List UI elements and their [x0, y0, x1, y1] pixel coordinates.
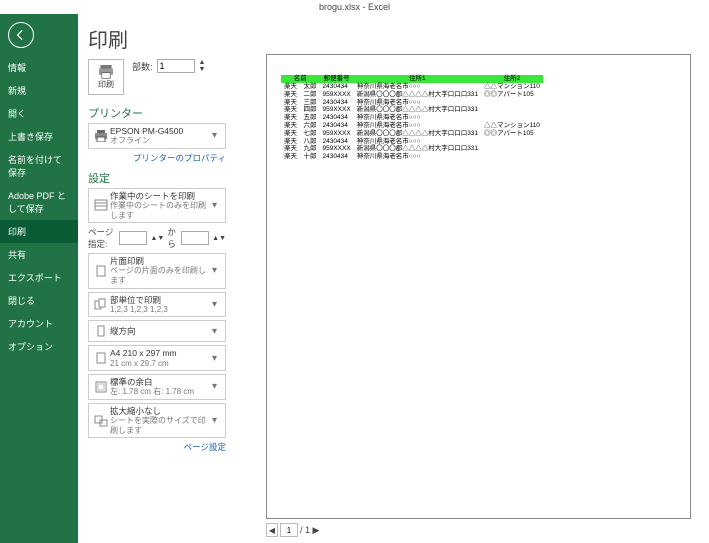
page-title: 印刷 [88, 24, 226, 53]
table-row: 楽天 十郎2430434神奈川県海老名市○○○ [281, 153, 543, 161]
printer-properties-link[interactable]: プリンターのプロパティ [88, 152, 226, 164]
sides-select[interactable]: 片面印刷ページの片面のみを印刷します ▾ [88, 253, 226, 288]
nav-item-情報[interactable]: 情報 [0, 56, 78, 79]
chevron-down-icon: ▾ [212, 130, 222, 141]
table-row: 楽天 太郎2430434神奈川県海老名市○○○△△マンション110 [281, 83, 543, 91]
table-row: 楽天 二郎959XXXX新潟県〇〇〇郡△△△△村大字口口口331◎◎アパート10… [281, 91, 543, 99]
page-total-label: / 1 ▶ [300, 525, 319, 536]
table-header: 住所2 [481, 75, 543, 83]
print-settings-panel: 印刷 印刷 部数: ▲▼ プリンター EPSON PM-G4500オフライン ▾… [78, 14, 236, 543]
chevron-down-icon: ▾ [212, 200, 222, 211]
print-area-select[interactable]: 作業中のシートを印刷作業中のシートのみを印刷します ▾ [88, 188, 226, 223]
copies-label: 部数: [132, 60, 153, 73]
scaling-select[interactable]: 拡大縮小なしシートを実際のサイズで印刷します ▾ [88, 403, 226, 438]
orientation-icon [94, 325, 108, 337]
nav-item-上書き保存[interactable]: 上書き保存 [0, 125, 78, 148]
nav-item-印刷[interactable]: 印刷 [0, 220, 78, 243]
section-printer: プリンター [88, 105, 226, 121]
table-row: 楽天 九郎959XXXX新潟県〇〇〇郡△△△△村大字口口口331 [281, 145, 543, 153]
paper-icon [94, 352, 108, 364]
print-button[interactable]: 印刷 [88, 59, 124, 95]
preview-table: 名前郵便番号住所1住所2楽天 太郎2430434神奈川県海老名市○○○△△マンシ… [281, 75, 676, 161]
nav-item-名前を付けて保存[interactable]: 名前を付けて保存 [0, 148, 78, 184]
window-title: brogu.xlsx - Excel [0, 0, 709, 14]
spinner-icon[interactable]: ▲▼ [199, 59, 206, 73]
printer-select[interactable]: EPSON PM-G4500オフライン ▾ [88, 123, 226, 149]
chevron-down-icon: ▾ [212, 353, 222, 364]
page-range-label: ページ指定: [88, 226, 116, 250]
table-row: 楽天 七郎959XXXX新潟県〇〇〇郡△△△△村大字口口口331◎◎アパート10… [281, 130, 543, 138]
backstage-nav: 情報新規開く上書き保存名前を付けて保存Adobe PDF として保存印刷共有エク… [0, 14, 78, 543]
printer-status: オフライン [110, 136, 212, 146]
nav-item-Adobe PDF として保存[interactable]: Adobe PDF として保存 [0, 184, 78, 220]
chevron-down-icon: ▾ [212, 265, 222, 276]
nav-item-新規[interactable]: 新規 [0, 79, 78, 102]
table-header: 郵便番号 [320, 75, 354, 83]
chevron-down-icon: ▾ [212, 381, 222, 392]
chevron-down-icon: ▾ [212, 415, 222, 426]
orientation-select[interactable]: 縦方向 ▾ [88, 320, 226, 342]
table-header: 名前 [281, 75, 320, 83]
nav-item-アカウント[interactable]: アカウント [0, 312, 78, 335]
print-preview-panel: 名前郵便番号住所1住所2楽天 太郎2430434神奈川県海老名市○○○△△マンシ… [236, 14, 709, 543]
nav-item-共有[interactable]: 共有 [0, 243, 78, 266]
chevron-down-icon: ▾ [212, 299, 222, 310]
margins-select[interactable]: 標準の余白左: 1.78 cm 右: 1.78 cm ▾ [88, 374, 226, 400]
back-button[interactable] [8, 22, 34, 48]
nav-item-オプション[interactable]: オプション [0, 335, 78, 358]
margins-icon [94, 381, 108, 393]
printer-name: EPSON PM-G4500 [110, 126, 212, 136]
table-row: 楽天 五郎2430434神奈川県海老名市○○○ [281, 114, 543, 122]
sides-icon [94, 265, 108, 277]
collate-icon [94, 298, 108, 310]
print-button-label: 印刷 [98, 79, 114, 90]
sheets-icon [94, 199, 108, 211]
chevron-down-icon: ▾ [212, 326, 222, 337]
prev-page-button[interactable]: ◀ [266, 523, 278, 537]
section-settings: 設定 [88, 170, 226, 186]
table-row: 楽天 六郎2430434神奈川県海老名市○○○△△マンション110 [281, 122, 543, 130]
page-current-input[interactable] [280, 523, 298, 537]
page-from-input[interactable] [119, 231, 147, 245]
nav-item-閉じる[interactable]: 閉じる [0, 289, 78, 312]
back-arrow-icon [14, 28, 28, 42]
page-range-sep: から [167, 226, 178, 250]
table-header: 住所1 [354, 75, 481, 83]
page-setup-link[interactable]: ページ設定 [88, 441, 226, 453]
nav-item-エクスポート[interactable]: エクスポート [0, 266, 78, 289]
copies-input[interactable] [157, 59, 195, 73]
scaling-icon [94, 415, 108, 427]
printer-icon [97, 65, 115, 79]
printer-small-icon [94, 130, 108, 142]
paper-size-select[interactable]: A4 210 x 297 mm21 cm x 29.7 cm ▾ [88, 345, 226, 371]
page-to-input[interactable] [181, 231, 209, 245]
preview-page: 名前郵便番号住所1住所2楽天 太郎2430434神奈川県海老名市○○○△△マンシ… [266, 54, 691, 519]
nav-item-開く[interactable]: 開く [0, 102, 78, 125]
collate-select[interactable]: 部単位で印刷1,2,3 1,2,3 1,2,3 ▾ [88, 292, 226, 318]
